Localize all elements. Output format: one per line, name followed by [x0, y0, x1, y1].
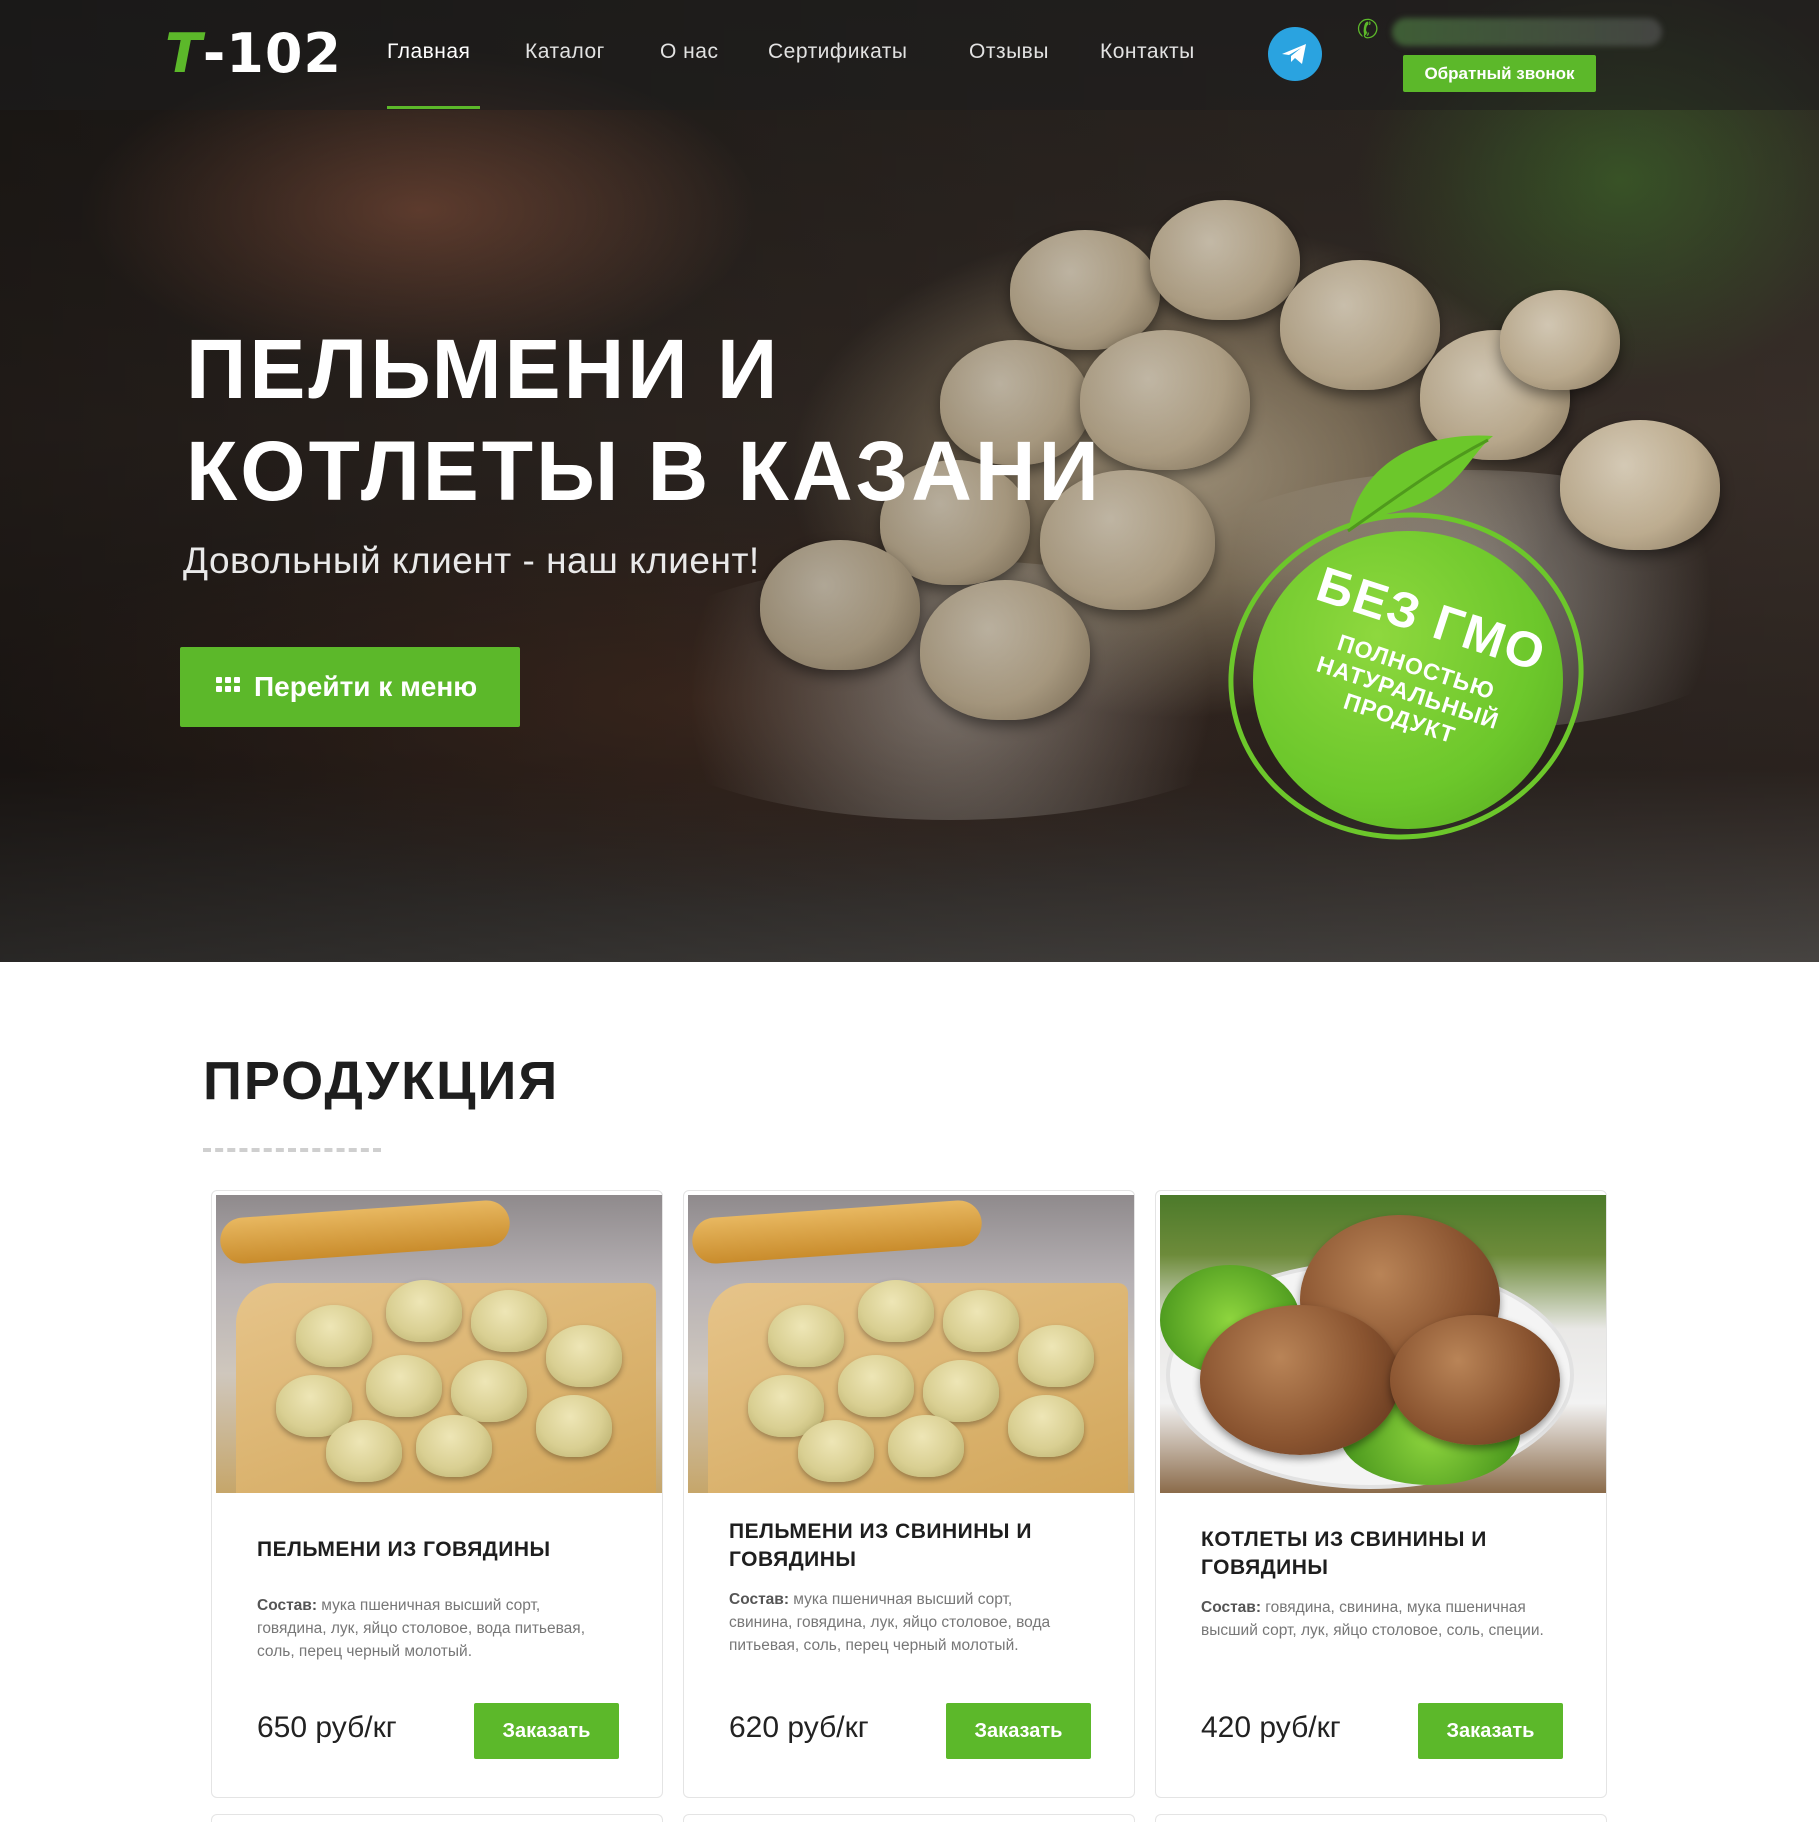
- product-composition: Состав: мука пшеничная высший сорт, говя…: [257, 1597, 585, 1660]
- product-composition: Состав: мука пшеничная высший сорт, свин…: [729, 1591, 1051, 1654]
- product-card-next-row: [1155, 1814, 1607, 1822]
- no-gmo-badge: БЕЗ ГМО ПОЛНОСТЬЮ НАТУРАЛЬНЫЙ ПРОДУКТ: [1202, 418, 1610, 868]
- product-image[interactable]: [1160, 1195, 1606, 1493]
- grid-icon: [216, 677, 241, 695]
- nav-item-home[interactable]: Главная: [387, 40, 470, 64]
- product-price: 620 руб/кг: [729, 1711, 869, 1744]
- hero-banner: Т-102 Главная Каталог О нас Сертификаты …: [0, 0, 1819, 962]
- product-composition: Состав: говядина, свинина, мука пшенична…: [1201, 1599, 1544, 1639]
- go-to-menu-button[interactable]: Перейти к меню: [180, 647, 520, 727]
- product-title: ПЕЛЬМЕНИ ИЗ СВИНИНЫ И ГОВЯДИНЫ: [729, 1520, 1032, 1571]
- telegram-icon[interactable]: [1268, 27, 1322, 81]
- product-image[interactable]: [688, 1195, 1134, 1493]
- product-card: КОТЛЕТЫ ИЗ СВИНИНЫ И ГОВЯДИНЫ Состав: го…: [1155, 1190, 1607, 1798]
- product-image[interactable]: [216, 1195, 662, 1493]
- nav-item-about[interactable]: О нас: [660, 40, 718, 64]
- nav-active-underline: [387, 106, 480, 109]
- section-divider: [203, 1148, 381, 1152]
- site-logo[interactable]: Т-102: [165, 22, 342, 85]
- product-card: ПЕЛЬМЕНИ ИЗ СВИНИНЫ И ГОВЯДИНЫ Состав: м…: [683, 1190, 1135, 1798]
- nav-item-catalog[interactable]: Каталог: [525, 40, 605, 64]
- hero-title: ПЕЛЬМЕНИ И КОТЛЕТЫ В КАЗАНИ: [186, 322, 1102, 518]
- order-button[interactable]: Заказать: [474, 1703, 619, 1759]
- product-card: ПЕЛЬМЕНИ ИЗ ГОВЯДИНЫ Состав: мука пшенич…: [211, 1190, 663, 1798]
- phone-number-blurred: [1392, 18, 1662, 46]
- product-card-next-row: [211, 1814, 663, 1822]
- hero-subtitle: Довольный клиент - наш клиент!: [183, 540, 760, 581]
- nav-item-reviews[interactable]: Отзывы: [969, 40, 1049, 64]
- product-price: 420 руб/кг: [1201, 1711, 1341, 1744]
- products-section-title: ПРОДУКЦИЯ: [203, 1051, 560, 1111]
- product-card-next-row: [683, 1814, 1135, 1822]
- product-title: ПЕЛЬМЕНИ ИЗ ГОВЯДИНЫ: [257, 1538, 551, 1561]
- nav-item-contacts[interactable]: Контакты: [1100, 40, 1195, 64]
- leaf-icon: [1347, 435, 1493, 533]
- nav-item-certificates[interactable]: Сертификаты: [768, 40, 908, 64]
- callback-button[interactable]: Обратный звонок: [1403, 55, 1596, 92]
- order-button[interactable]: Заказать: [1418, 1703, 1563, 1759]
- product-price: 650 руб/кг: [257, 1711, 397, 1744]
- order-button[interactable]: Заказать: [946, 1703, 1091, 1759]
- product-title: КОТЛЕТЫ ИЗ СВИНИНЫ И ГОВЯДИНЫ: [1201, 1528, 1487, 1579]
